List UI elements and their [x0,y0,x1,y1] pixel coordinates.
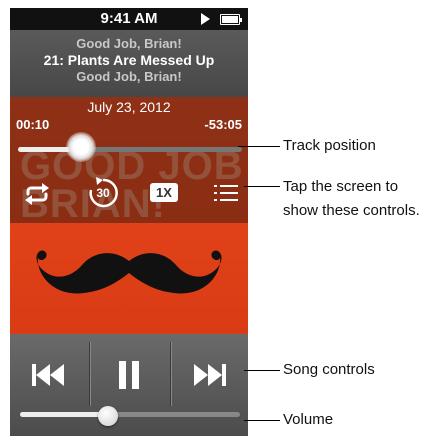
volume-slider[interactable] [20,412,240,417]
play-icon [201,13,210,25]
track-position-slider[interactable] [18,147,242,152]
remaining-time: -53:05 [204,117,242,132]
album-name: Good Job, Brian! [76,69,182,84]
track-info[interactable]: Good Job, Brian! 21: Plants Are Messed U… [10,30,248,97]
release-date: July 23, 2012 [87,99,171,115]
volume-fill [20,412,108,417]
skip-back-label: 30 [96,186,110,200]
elapsed-time: 00:10 [16,117,50,132]
callout-tap-screen-line1: Tap the screen to [283,178,399,195]
volume-handle[interactable] [98,406,118,426]
next-track-button[interactable] [180,348,240,402]
list-icon[interactable] [214,184,238,202]
callout-line-song-controls [244,370,280,371]
artist-name: Good Job, Brian! [76,36,182,51]
callout-song-controls: Song controls [283,361,375,378]
track-position-handle[interactable] [65,132,96,162]
battery-icon [220,14,242,25]
skip-back-30-button[interactable]: 30 [86,176,120,210]
playback-overlay[interactable]: July 23, 2012 00:10 -53:05 30 1X [10,97,248,223]
song-controls [10,334,248,436]
callout-tap-screen-line2: show these controls. [283,202,420,219]
repeat-icon[interactable] [24,183,50,205]
callout-volume: Volume [283,411,334,428]
status-time: 9:41 AM [100,10,158,27]
song-title: 21: Plants Are Messed Up [43,52,215,68]
previous-track-button[interactable] [18,348,78,402]
status-bar: 9:41 AM [10,8,248,30]
mustache-graphic [36,250,222,294]
control-divider [89,342,90,406]
callout-line-track-position [238,146,280,147]
callout-track-position: Track position [283,137,376,154]
control-divider [170,342,171,406]
pause-button[interactable] [99,348,159,402]
callout-line-tap-screen [244,186,280,187]
playback-speed-button[interactable]: 1X [150,183,178,202]
ipod-screen: 9:41 AM Good Job, Brian! 21: Plants Are … [10,8,248,436]
callout-line-volume [244,420,280,421]
